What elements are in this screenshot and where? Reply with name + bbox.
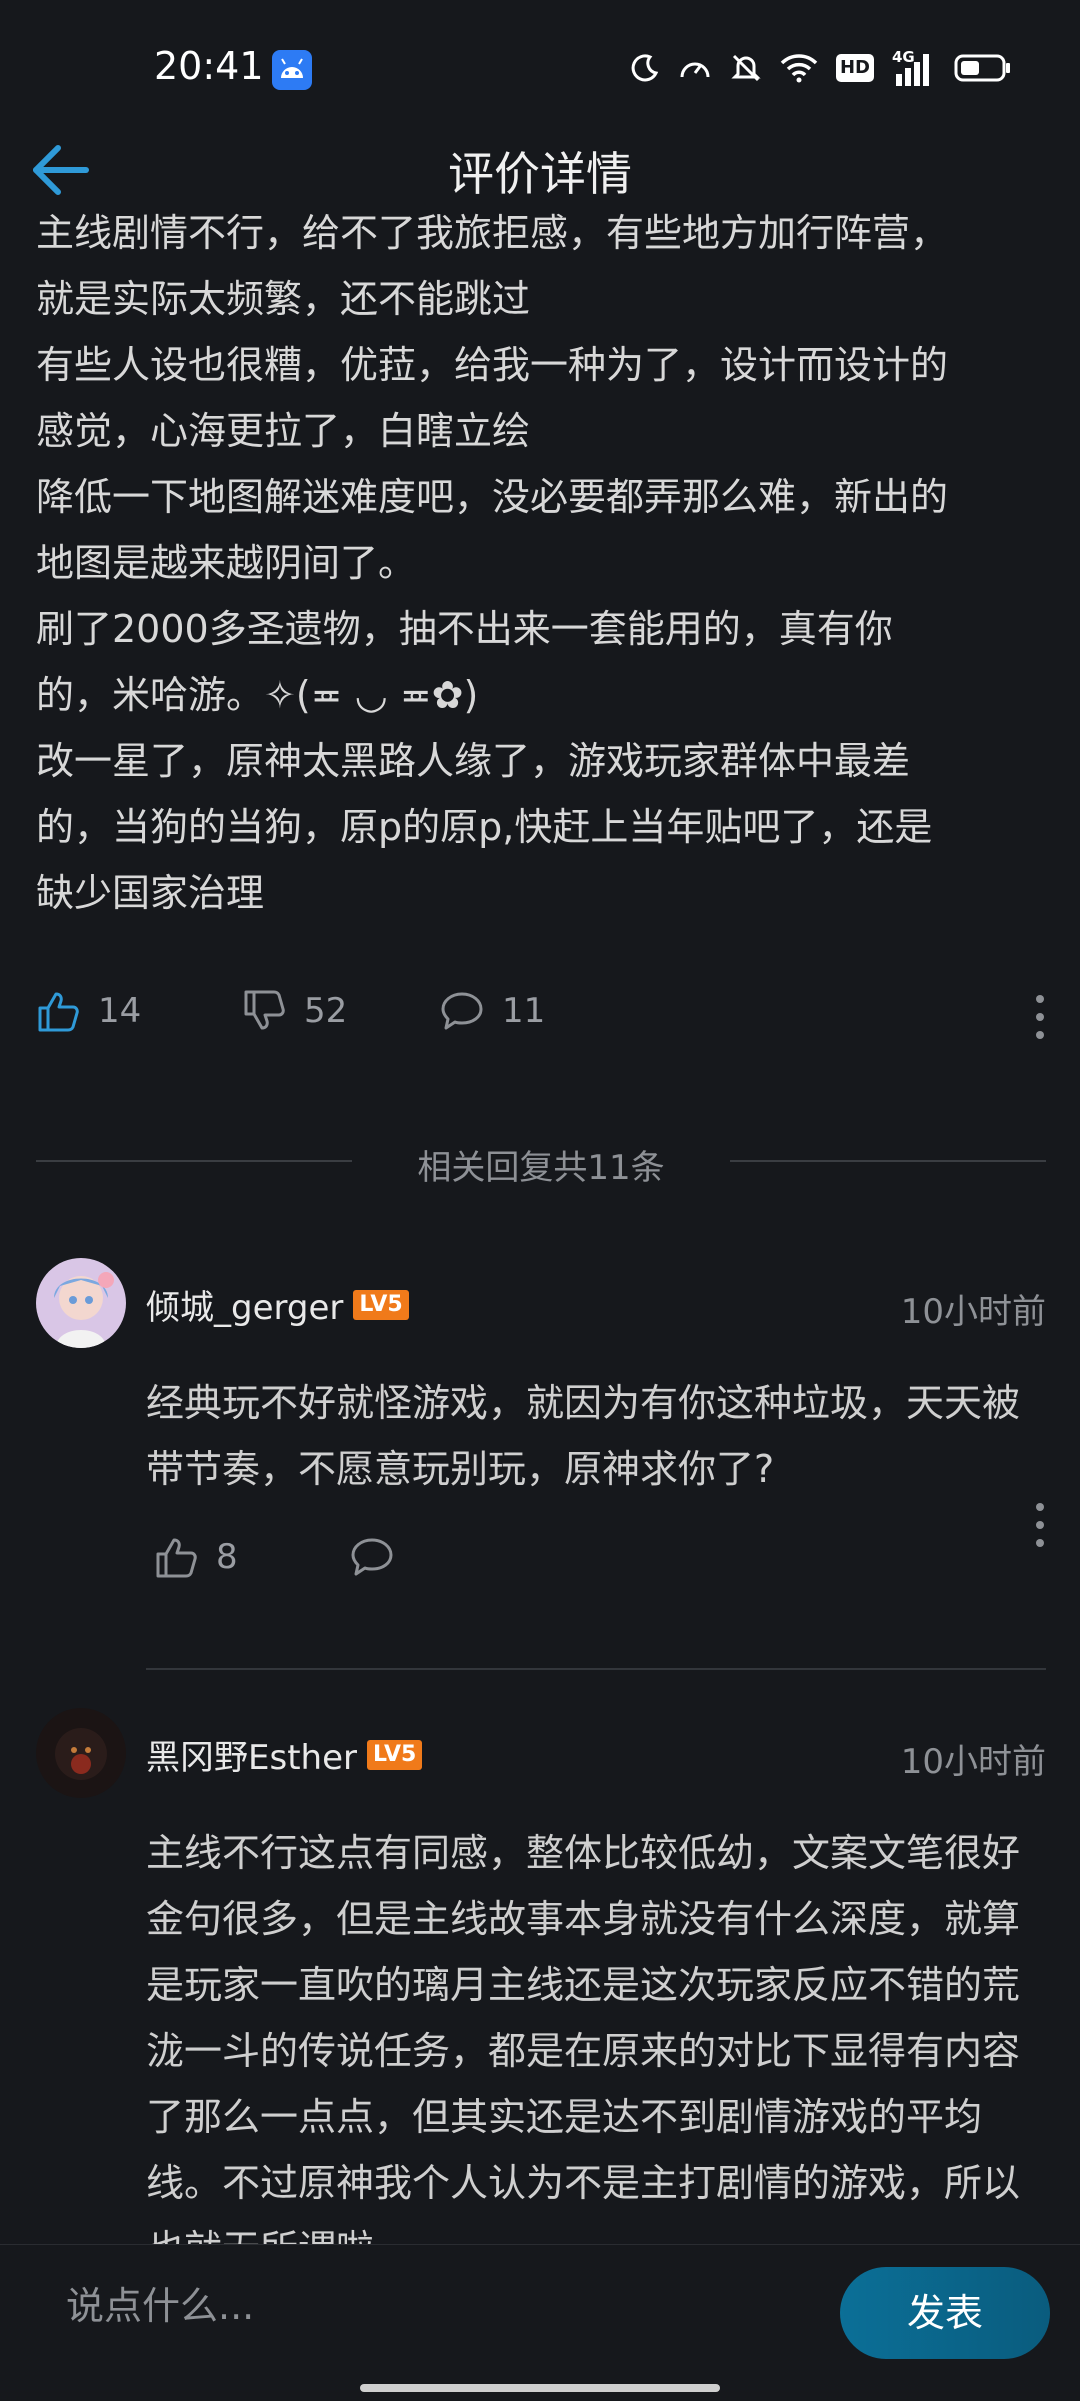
reply-like-button[interactable]: 8: [154, 1536, 238, 1578]
mute-icon: [731, 54, 761, 82]
review-line: 感觉，心海更拉了，白瞎立绘: [36, 409, 531, 453]
reply-time: 10小时前: [900, 1742, 1046, 1782]
review-line: 刷了2000多圣遗物，抽不出来一套能用的，真有你: [36, 607, 893, 651]
moon-icon: [631, 54, 659, 82]
thumbs-up-icon: [156, 1538, 197, 1578]
comment-composer: 说点什么... 发表: [0, 2244, 1080, 2401]
signal-icon: 4G: [892, 48, 936, 86]
replies-divider: 相关回复共11条: [36, 1132, 1046, 1192]
level-badge: LV5: [353, 1289, 409, 1320]
dislike-count: 52: [304, 991, 348, 1031]
battery-icon: [954, 54, 1010, 82]
review-actions: 14 52 11: [36, 990, 1046, 1050]
like-button[interactable]: 14: [36, 990, 141, 1032]
post-button[interactable]: 发表: [840, 2267, 1050, 2359]
reply-item: 黑冈野Esther LV5 10小时前 主线不行这点有同感，整体比较低幼，文案文…: [36, 1708, 1046, 2271]
avatar[interactable]: [36, 1258, 126, 1348]
review-line: 的，米哈游。✧(≖ ◡ ≖✿): [36, 673, 479, 717]
review-line: 主线剧情不行，给不了我旅拒感，有些地方加行阵营，: [36, 211, 949, 255]
reply-more-button[interactable]: [1034, 1502, 1046, 1552]
status-time: 20:41: [154, 44, 264, 88]
comment-bubble-icon: [441, 992, 483, 1030]
level-badge: LV5: [366, 1739, 423, 1770]
home-indicator[interactable]: [360, 2384, 720, 2392]
page-title: 评价详情: [448, 147, 632, 201]
speedometer-icon: [680, 62, 710, 78]
comment-button[interactable]: 11: [440, 990, 545, 1032]
status-bar: 20:41 HD 4G: [0, 0, 1080, 140]
thumbs-up-icon: [38, 992, 79, 1032]
more-vertical-icon: [1036, 1503, 1044, 1547]
review-line: 缺少国家治理: [36, 871, 265, 915]
divider-line: [730, 1160, 1046, 1162]
reply-text: 主线不行这点有同感，整体比较低幼，文案文笔很好金句很多，但是主线故事本身就没有什…: [146, 1831, 1021, 2271]
like-count: 14: [98, 991, 142, 1031]
reply-actions: 8: [146, 1503, 1046, 1586]
review-line: 的，当狗的当狗，原p的原p,快赶上当年贴吧了，还是: [36, 805, 933, 849]
wifi-icon: [780, 54, 818, 83]
comment-input[interactable]: 说点什么...: [66, 2275, 254, 2330]
reply-username[interactable]: 倾城_gerger LV5: [146, 1280, 409, 1329]
avatar[interactable]: [36, 1708, 126, 1798]
review-line: 就是实际太频繁，还不能跳过: [36, 277, 531, 321]
thumbs-down-icon: [244, 990, 285, 1030]
reply-username[interactable]: 黑冈野Esther LV5: [146, 1730, 423, 1779]
dislike-button[interactable]: 52: [242, 990, 347, 1032]
review-line: 有些人设也很糟，优菈，给我一种为了，设计而设计的: [36, 343, 949, 387]
review-line: 地图是越来越阴间了。: [36, 541, 417, 585]
reply-text: 经典玩不好就怪游戏，就因为有你这种垃圾，天天被带节奏，不愿意玩别玩，原神求你了?: [146, 1381, 1021, 1491]
replies-count-label: 相关回复共11条: [417, 1148, 665, 1188]
more-vertical-icon: [1036, 995, 1044, 1039]
more-options-button[interactable]: [1034, 994, 1046, 1044]
reply-comment-button[interactable]: [350, 1536, 394, 1578]
hd-icon: HD: [835, 54, 874, 82]
reply-like-count: 8: [216, 1537, 238, 1577]
review-line: 改一星了，原神太黑路人缘了，游戏玩家群体中最差: [36, 739, 911, 783]
comment-count: 11: [502, 991, 546, 1031]
review-line: 降低一下地图解迷难度吧，没必要都弄那么难，新出的: [36, 475, 949, 519]
status-icons: HD 4G: [630, 48, 1012, 88]
comment-bubble-icon: [351, 1538, 393, 1576]
reply-item: 倾城_gerger LV5 10小时前 经典玩不好就怪游戏，就因为有你这种垃圾，…: [36, 1258, 1046, 1678]
android-icon: [272, 50, 312, 90]
reply-time: 10小时前: [900, 1292, 1046, 1332]
reply-separator: [146, 1668, 1046, 1670]
review-body: 主线剧情不行，给不了我旅拒感，有些地方加行阵营， 就是实际太频繁，还不能跳过 有…: [36, 200, 1046, 926]
